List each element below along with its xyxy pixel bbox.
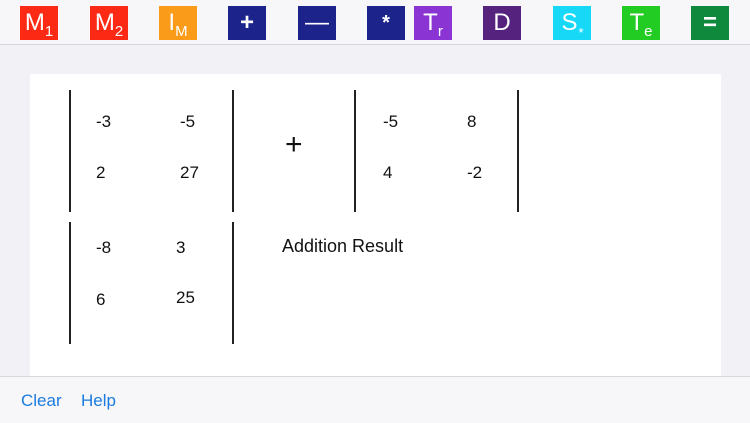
operator-symbol: + bbox=[285, 128, 303, 161]
result-cell: 25 bbox=[176, 288, 195, 307]
equals-button[interactable]: = bbox=[691, 6, 729, 40]
scalar-button-sub: * bbox=[578, 24, 584, 40]
transpose-button-sub: r bbox=[437, 22, 443, 40]
determinant-button-label: D bbox=[493, 9, 511, 36]
result-left-bracket bbox=[69, 222, 71, 344]
footer-toolbar: Clear Help bbox=[0, 376, 750, 423]
identity-button-sub: M bbox=[175, 22, 188, 40]
result-label: Addition Result bbox=[282, 236, 404, 256]
m1-button[interactable]: M1 bbox=[20, 6, 58, 40]
determinant-button[interactable]: D bbox=[483, 6, 521, 40]
matrix2-cell[interactable]: 8 bbox=[467, 112, 476, 132]
clear-button[interactable]: Clear bbox=[21, 391, 62, 411]
matrix1-right-bracket bbox=[232, 90, 234, 212]
add-button-label: + bbox=[239, 9, 254, 36]
matrix1-cell[interactable]: 27 bbox=[180, 163, 199, 183]
exponent-button-sub: e bbox=[644, 22, 653, 40]
matrix2-right-bracket bbox=[517, 90, 519, 212]
matrix1-cell[interactable]: -3 bbox=[96, 112, 111, 132]
matrix1-left-bracket bbox=[69, 90, 71, 212]
identity-matrix-button[interactable]: IM bbox=[159, 6, 197, 40]
m2-button-label: M bbox=[94, 9, 115, 36]
result-cell: 6 bbox=[96, 290, 106, 309]
result-right-bracket bbox=[232, 222, 234, 344]
matrix2-cell[interactable]: 4 bbox=[383, 163, 392, 183]
m1-button-sub: 1 bbox=[44, 22, 54, 40]
toolbar: M1 M2 IM + — * Tr D S * Te = bbox=[0, 0, 750, 45]
matrix-panel: -3 -5 2 27 + -5 8 4 -2 -8 3 6 25 Additio… bbox=[30, 74, 721, 376]
equals-button-label: = bbox=[702, 9, 717, 36]
matrix2-cell[interactable]: -5 bbox=[383, 112, 398, 132]
multiply-button[interactable]: * bbox=[367, 6, 405, 40]
scalar-button-label: S bbox=[561, 9, 578, 36]
matrix1-cell[interactable]: 2 bbox=[96, 163, 105, 183]
m1-button-label: M bbox=[24, 9, 45, 36]
matrix2-left-bracket bbox=[354, 90, 356, 212]
exponent-button[interactable]: Te bbox=[622, 6, 660, 40]
result-cell: -8 bbox=[96, 238, 112, 257]
add-button[interactable]: + bbox=[228, 6, 266, 40]
identity-button-label: I bbox=[168, 9, 176, 36]
subtract-button-label: — bbox=[305, 9, 329, 36]
result-cell: 3 bbox=[176, 238, 186, 257]
m2-button[interactable]: M2 bbox=[90, 6, 128, 40]
matrix2-cell[interactable]: -2 bbox=[467, 163, 482, 183]
scalar-multiply-button[interactable]: S * bbox=[553, 6, 591, 40]
transpose-button-label: T bbox=[423, 9, 438, 36]
matrix1-cell[interactable]: -5 bbox=[180, 112, 195, 132]
m2-button-sub: 2 bbox=[114, 22, 124, 40]
multiply-button-label: * bbox=[382, 11, 390, 34]
exponent-button-label: T bbox=[629, 9, 645, 36]
help-button[interactable]: Help bbox=[81, 391, 116, 411]
transpose-button[interactable]: Tr bbox=[414, 6, 452, 40]
subtract-button[interactable]: — bbox=[298, 6, 336, 40]
